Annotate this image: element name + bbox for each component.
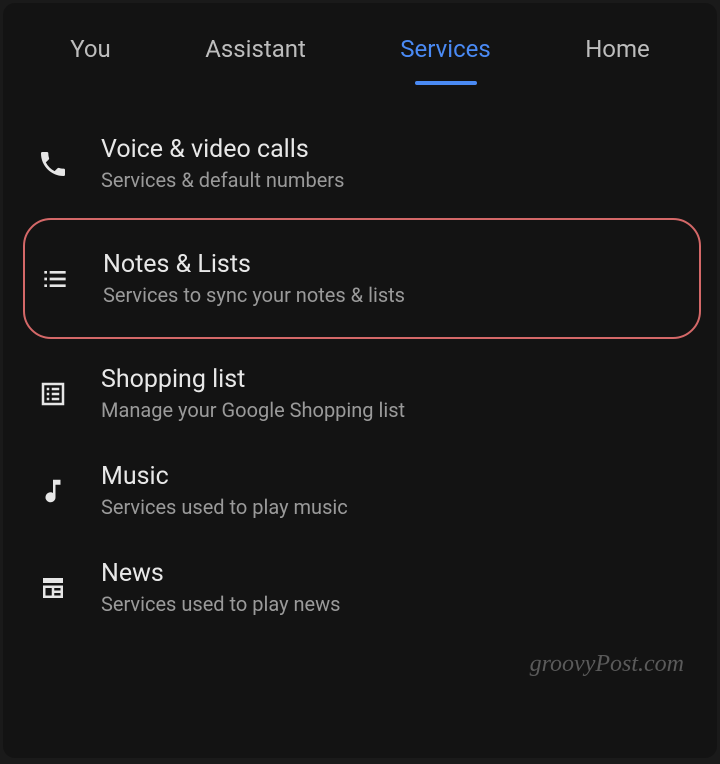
document-list-icon: [33, 374, 73, 414]
tab-home[interactable]: Home: [577, 21, 658, 85]
tab-services[interactable]: Services: [392, 21, 498, 85]
item-text: Shopping list Manage your Google Shoppin…: [101, 365, 405, 422]
music-note-icon: [33, 471, 73, 511]
item-text: Voice & video calls Services & default n…: [101, 135, 344, 192]
item-subtitle: Services & default numbers: [101, 168, 344, 192]
tab-you[interactable]: You: [62, 21, 119, 85]
news-icon: [33, 568, 73, 608]
tab-assistant[interactable]: Assistant: [197, 21, 314, 85]
item-title: Shopping list: [101, 365, 405, 394]
tab-bar: You Assistant Services Home: [3, 21, 717, 85]
item-subtitle: Services used to play news: [101, 592, 341, 616]
item-text: News Services used to play news: [101, 559, 341, 616]
item-title: Music: [101, 462, 348, 491]
item-subtitle: Services to sync your notes & lists: [103, 283, 405, 307]
item-text: Notes & Lists Services to sync your note…: [103, 250, 405, 307]
item-title: Voice & video calls: [101, 135, 344, 164]
list-icon: [35, 259, 75, 299]
item-text: Music Services used to play music: [101, 462, 348, 519]
services-list: Voice & video calls Services & default n…: [3, 115, 717, 636]
settings-screen: You Assistant Services Home Voice & vide…: [3, 3, 717, 758]
list-item-news[interactable]: News Services used to play news: [3, 539, 717, 636]
list-item-voice-video-calls[interactable]: Voice & video calls Services & default n…: [3, 115, 717, 212]
list-item-shopping-list[interactable]: Shopping list Manage your Google Shoppin…: [3, 345, 717, 442]
item-subtitle: Manage your Google Shopping list: [101, 398, 405, 422]
list-item-notes-lists[interactable]: Notes & Lists Services to sync your note…: [23, 218, 701, 339]
item-title: Notes & Lists: [103, 250, 405, 279]
item-subtitle: Services used to play music: [101, 495, 348, 519]
phone-icon: [33, 144, 73, 184]
item-title: News: [101, 559, 341, 588]
list-item-music[interactable]: Music Services used to play music: [3, 442, 717, 539]
